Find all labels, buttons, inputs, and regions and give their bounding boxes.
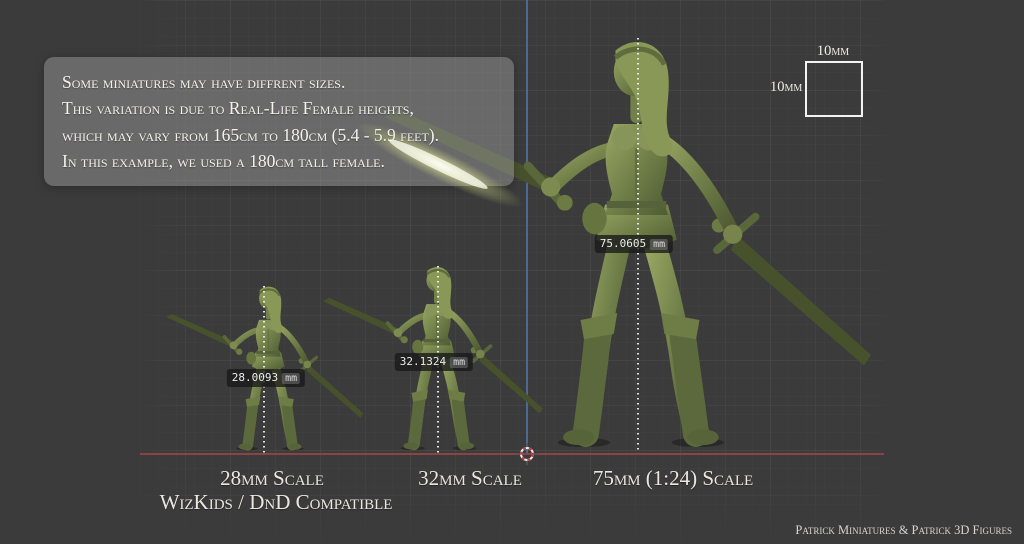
measurement-value-28mm: 28.0093 — [232, 371, 278, 384]
measurement-unit-28mm: mm — [282, 373, 300, 384]
credit-text: Patrick Miniatures & Patrick 3D Figures — [795, 523, 1012, 538]
scale-label-32mm: 32mm Scale — [418, 467, 522, 490]
measurement-label-75mm: 75.0605 mm — [595, 235, 673, 253]
info-box: Some miniatures may have diffrent sizes.… — [44, 57, 514, 186]
measurement-unit-32mm: mm — [450, 357, 468, 368]
info-line-2: This variation is due to Real-Life Femal… — [62, 95, 496, 121]
info-line-1: Some miniatures may have diffrent sizes. — [62, 69, 496, 95]
measurement-value-75mm: 75.0605 — [600, 237, 646, 250]
info-line-3: which may vary from 165cm to 180cm (5.4 … — [62, 122, 496, 148]
reference-square-side-label: 10mm — [770, 79, 802, 96]
reference-square-top-label: 10mm — [817, 43, 849, 60]
measurement-value-32mm: 32.1324 — [400, 355, 446, 368]
x-axis-line — [140, 453, 884, 455]
info-line-4: In this example, we used a 180cm tall fe… — [62, 148, 496, 174]
measurement-label-32mm: 32.1324 mm — [395, 353, 473, 371]
scale-sublabel-28mm: WizKids / DnD Compatible — [160, 491, 393, 514]
3d-viewport[interactable]: Some miniatures may have diffrent sizes.… — [0, 0, 1024, 544]
scale-label-75mm: 75mm (1:24) Scale — [593, 467, 753, 490]
measurement-label-28mm: 28.0093 mm — [227, 369, 305, 387]
reference-square-10mm — [805, 61, 863, 117]
measurement-unit-75mm: mm — [650, 239, 668, 250]
scale-label-28mm: 28mm Scale — [220, 467, 324, 490]
